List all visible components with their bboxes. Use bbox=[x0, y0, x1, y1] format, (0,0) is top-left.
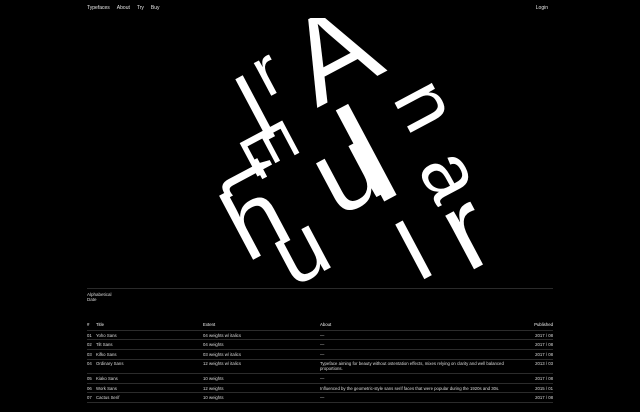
cell-about: Influenced by the geometric-style sans s… bbox=[320, 385, 500, 391]
table-row[interactable]: 02 Tilt Sans 04 weights — 2017 / 08 bbox=[87, 340, 553, 350]
cell-extent: 12 weights w/ italics bbox=[203, 361, 241, 367]
column-header-extent[interactable]: Extent bbox=[203, 322, 320, 327]
cell-published: 2015 / 01 bbox=[535, 385, 553, 391]
cell-published: 2017 / 08 bbox=[535, 351, 553, 357]
column-header-about[interactable]: About bbox=[320, 322, 525, 327]
sort-date[interactable]: Date bbox=[87, 297, 112, 302]
typeface-table: # Title Extent About Published 01 Yoho S… bbox=[87, 320, 553, 403]
cell-number: 05 bbox=[87, 375, 92, 381]
cell-number: 01 bbox=[87, 332, 92, 338]
cell-title: Work Sans bbox=[96, 385, 117, 391]
cell-published: 2013 / 03 bbox=[535, 361, 553, 367]
sort-options: Alphabetical Date bbox=[87, 292, 112, 302]
cell-about: — bbox=[320, 375, 325, 381]
cell-published: 2017 / 08 bbox=[535, 395, 553, 401]
cell-about: — bbox=[320, 351, 325, 357]
cell-published: 2017 / 08 bbox=[535, 342, 553, 348]
nav-links: Typefaces About Try Buy bbox=[87, 5, 160, 11]
nav-link-about[interactable]: About bbox=[117, 5, 130, 11]
hero-divider bbox=[87, 288, 553, 289]
table-row[interactable]: 05 Kiako Sans 10 weights — 2017 / 08 bbox=[87, 374, 553, 384]
cell-extent: 04 weights bbox=[203, 342, 224, 348]
cell-title: Kiako Sans bbox=[96, 375, 118, 381]
cell-title: Tilt Sans bbox=[96, 342, 113, 348]
column-header-published[interactable]: Published bbox=[525, 322, 553, 327]
cell-about: — bbox=[320, 342, 325, 348]
table-row[interactable]: 03 Kifko Sans 03 weights w/ italics — 20… bbox=[87, 350, 553, 360]
cell-number: 07 bbox=[87, 395, 92, 401]
cell-title: Ordinary Sans bbox=[96, 361, 124, 367]
column-header-number[interactable]: # bbox=[87, 322, 96, 327]
column-header-title[interactable]: Title bbox=[96, 322, 203, 327]
hero-letter: n bbox=[377, 64, 476, 145]
table-row[interactable]: 07 Cactus Serif 10 weights — 2017 / 08 bbox=[87, 393, 553, 403]
cell-published: 2017 / 08 bbox=[535, 332, 553, 338]
login-link[interactable]: Login bbox=[536, 5, 548, 11]
cell-extent: 10 weights bbox=[203, 395, 224, 401]
table-header-row: # Title Extent About Published bbox=[87, 320, 553, 331]
table-row[interactable]: 01 Yoho Sans 04 weights w/ italics — 201… bbox=[87, 331, 553, 341]
cell-about: — bbox=[320, 332, 325, 338]
cell-extent: 12 weights bbox=[203, 385, 224, 391]
cell-about: Typeface aiming for beauty without osten… bbox=[320, 361, 504, 372]
cell-number: 04 bbox=[87, 361, 92, 367]
top-navigation: Typefaces About Try Buy Login bbox=[87, 3, 548, 13]
cell-extent: 03 weights w/ italics bbox=[203, 351, 241, 357]
table-row[interactable]: 06 Work Sans 12 weights Influenced by th… bbox=[87, 384, 553, 394]
cell-number: 06 bbox=[87, 385, 92, 391]
rotated-letterforms: A l E I u h a r t I u n r bbox=[200, 18, 512, 289]
cell-title: Kifko Sans bbox=[96, 351, 117, 357]
hero-type-specimen: A l E I u h a r t I u n r bbox=[87, 18, 553, 289]
cell-extent: 10 weights bbox=[203, 375, 224, 381]
table-row[interactable]: 04 Ordinary Sans 12 weights w/ italics T… bbox=[87, 360, 553, 375]
cell-title: Yoho Sans bbox=[96, 332, 117, 338]
cell-title: Cactus Serif bbox=[96, 395, 120, 401]
cell-about: — bbox=[320, 395, 325, 401]
cell-published: 2017 / 08 bbox=[535, 375, 553, 381]
cell-number: 03 bbox=[87, 351, 92, 357]
nav-link-typefaces[interactable]: Typefaces bbox=[87, 5, 110, 11]
nav-link-buy[interactable]: Buy bbox=[151, 5, 160, 11]
nav-link-try[interactable]: Try bbox=[137, 5, 144, 11]
cell-extent: 04 weights w/ italics bbox=[203, 332, 241, 338]
cell-number: 02 bbox=[87, 342, 92, 348]
